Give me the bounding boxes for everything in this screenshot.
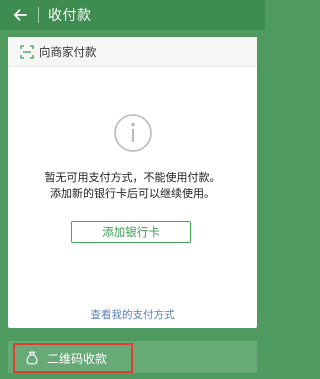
qr-receive-label: 二维码收款 xyxy=(47,351,108,366)
qr-receive-button[interactable]: 二维码收款 xyxy=(13,343,133,373)
info-circle-icon xyxy=(113,113,153,153)
no-payment-message: 暂无可用支付方式，不能使用付款。 xyxy=(44,171,221,184)
add-bank-card-button[interactable]: 添加银行卡 xyxy=(71,221,191,243)
arrow-left-icon xyxy=(12,7,28,23)
money-bag-icon xyxy=(25,351,39,365)
page-title: 收付款 xyxy=(48,8,92,24)
scan-icon xyxy=(20,44,34,59)
back-button[interactable] xyxy=(8,3,32,27)
pay-merchant-card: 向商家付款 暂无可用支付方式，不能使用付款。 添加新的银行卡后可以继续使用。 添… xyxy=(8,37,257,328)
add-card-hint: 添加新的银行卡后可以继续使用。 xyxy=(50,187,215,200)
view-payment-methods-link[interactable]: 查看我的支付方式 xyxy=(8,307,257,322)
title-divider xyxy=(38,7,39,23)
top-bar: 收付款 xyxy=(0,0,265,30)
pay-merchant-label: 向商家付款 xyxy=(39,44,97,59)
card-header[interactable]: 向商家付款 xyxy=(8,37,257,67)
